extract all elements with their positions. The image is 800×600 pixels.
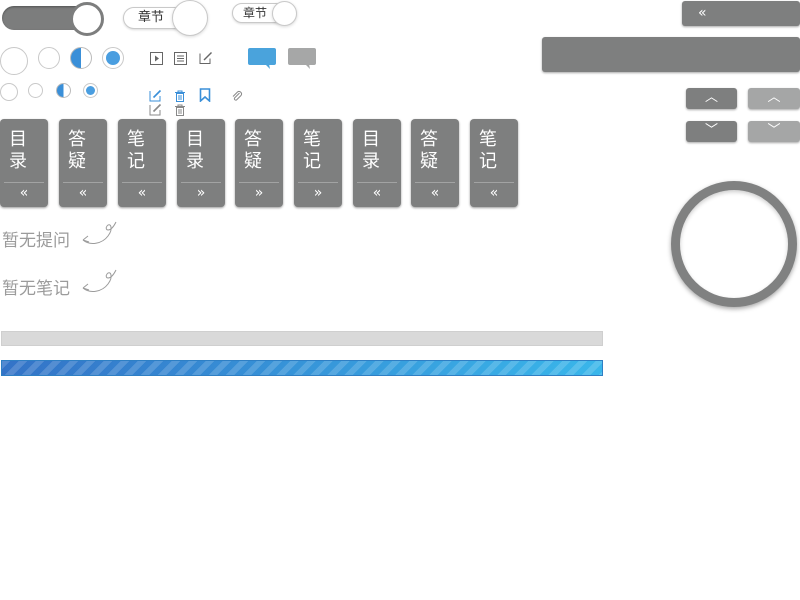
scroll-up-button[interactable]: ︿	[748, 88, 800, 109]
tab-qa[interactable]: 答 疑 »	[235, 119, 283, 207]
curly-arrow-icon	[80, 220, 120, 248]
progress-circle-full	[83, 83, 98, 98]
tab-qa[interactable]: 答 疑 «	[59, 119, 107, 207]
edit-icon[interactable]	[149, 87, 162, 102]
progress-circle-empty	[0, 47, 28, 75]
tab-catalog[interactable]: 目 录 »	[177, 119, 225, 207]
tab-notes[interactable]: 笔 记 «	[470, 119, 518, 207]
tab-arrow-icon: «	[19, 185, 29, 201]
comment-icon[interactable]	[248, 48, 276, 70]
progress-circle-empty	[28, 83, 43, 98]
tab-notes[interactable]: 笔 记 »	[294, 119, 342, 207]
tab-arrow-icon: «	[489, 185, 499, 201]
chevron-up-icon: ︿	[767, 90, 781, 105]
tab-arrow-icon: »	[196, 185, 206, 201]
tab-catalog[interactable]: 目 录 «	[353, 119, 401, 207]
chapter-pill-small[interactable]: 章节	[232, 1, 297, 26]
tab-label-line2: 记	[479, 151, 497, 172]
header-panel	[542, 37, 800, 72]
tab-arrow-icon: «	[372, 185, 382, 201]
chevron-down-icon: ﹀	[767, 123, 781, 138]
progress-bar-track	[1, 331, 603, 346]
progress-circle-half	[70, 47, 92, 69]
delete-icon[interactable]	[174, 87, 186, 102]
tab-arrow-icon: «	[430, 185, 440, 201]
tab-catalog[interactable]: 目 录 «	[0, 119, 48, 207]
curly-arrow-icon	[80, 268, 120, 296]
tab-label-line1: 目	[362, 129, 380, 150]
attachment-icon[interactable]	[231, 87, 243, 101]
chapter-pill-large[interactable]: 章节	[123, 0, 208, 36]
empty-state-text: 暂无提问	[2, 231, 70, 251]
progress-dot	[86, 86, 95, 95]
tab-label-line1: 答	[420, 129, 438, 150]
document-icon[interactable]	[174, 50, 187, 65]
chevron-up-icon: ︿	[704, 90, 718, 105]
tab-arrow-icon: «	[78, 185, 88, 201]
tab-label-line1: 目	[186, 129, 204, 150]
bookmark-icon[interactable]	[199, 87, 211, 103]
scroll-down-button[interactable]: ﹀	[748, 121, 800, 142]
play-icon[interactable]	[150, 50, 163, 65]
tab-label-line2: 录	[9, 151, 27, 172]
chapter-pill-knob	[272, 1, 297, 26]
progress-circle-empty	[38, 47, 60, 69]
chapter-pill-label: 章节	[243, 6, 268, 20]
scroll-up-button[interactable]: ︿	[686, 88, 737, 109]
collapse-arrow-icon: «	[698, 5, 707, 21]
tab-label-line1: 笔	[303, 129, 321, 150]
tab-label-line2: 疑	[68, 151, 86, 172]
tab-label-line1: 笔	[127, 129, 145, 150]
tab-arrow-icon: »	[254, 185, 264, 201]
tab-arrow-icon: «	[137, 185, 147, 201]
tab-label-line1: 答	[68, 129, 86, 150]
tab-label-line2: 录	[186, 151, 204, 172]
progress-circle-full	[102, 47, 124, 69]
tab-label-line2: 记	[127, 151, 145, 172]
tab-label-line1: 目	[9, 129, 27, 150]
chapter-pill-knob	[172, 0, 208, 36]
chapter-pill-label: 章节	[138, 10, 165, 25]
toggle-switch[interactable]	[2, 2, 104, 36]
comment-icon[interactable]	[288, 48, 316, 70]
ring-progress	[671, 181, 797, 307]
tab-notes[interactable]: 笔 记 «	[118, 119, 166, 207]
edit-icon[interactable]	[149, 101, 162, 116]
tab-qa[interactable]: 答 疑 «	[411, 119, 459, 207]
chevron-down-icon: ﹀	[704, 123, 718, 138]
tab-label-line2: 记	[303, 151, 321, 172]
delete-icon[interactable]	[174, 101, 186, 116]
tab-label-line1: 笔	[479, 129, 497, 150]
progress-circle-empty	[0, 83, 18, 101]
progress-dot	[106, 51, 120, 65]
empty-state-notes: 暂无笔记	[2, 274, 70, 299]
edit-icon[interactable]	[199, 50, 213, 64]
toggle-knob	[70, 2, 104, 36]
tab-label-line2: 疑	[244, 151, 262, 172]
scroll-down-button[interactable]: ﹀	[686, 121, 737, 142]
tab-label-line2: 录	[362, 151, 380, 172]
tab-label-line1: 答	[244, 129, 262, 150]
tab-label-line2: 疑	[420, 151, 438, 172]
empty-state-text: 暂无笔记	[2, 279, 70, 299]
empty-state-questions: 暂无提问	[2, 226, 70, 251]
collapse-button[interactable]: «	[682, 1, 800, 26]
progress-circle-half	[56, 83, 71, 98]
tab-arrow-icon: »	[313, 185, 323, 201]
progress-bar-fill	[1, 360, 603, 376]
